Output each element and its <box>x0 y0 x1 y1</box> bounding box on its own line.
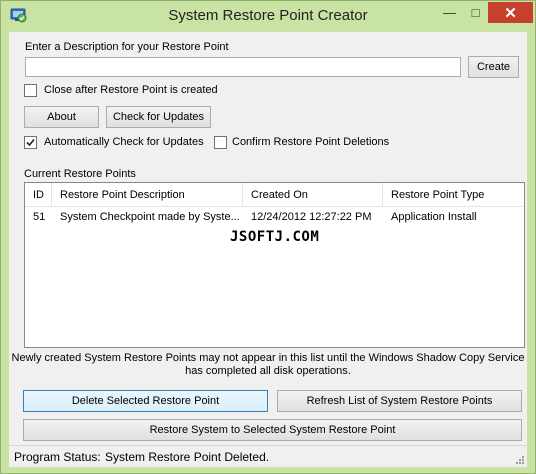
client-area: Enter a Description for your Restore Poi… <box>9 32 527 467</box>
list-header: ID Restore Point Description Created On … <box>25 183 524 207</box>
status-bar: Program Status: System Restore Point Del… <box>9 445 527 467</box>
minimize-button[interactable]: — <box>436 2 463 23</box>
resize-grip-icon[interactable] <box>515 455 525 465</box>
app-window: System Restore Point Creator — □ ✕ Enter… <box>0 0 536 474</box>
column-header-id[interactable]: ID <box>25 183 52 207</box>
cell-created-on: 12/24/2012 12:27:22 PM <box>251 211 372 223</box>
column-header-created-on[interactable]: Created On <box>243 183 383 207</box>
close-after-label: Close after Restore Point is created <box>44 84 218 96</box>
create-button[interactable]: Create <box>468 56 519 78</box>
description-label: Enter a Description for your Restore Poi… <box>25 41 229 53</box>
column-header-description[interactable]: Restore Point Description <box>52 183 243 207</box>
list-item[interactable]: 51 System Checkpoint made by Syste... 12… <box>25 207 524 228</box>
status-value: System Restore Point Deleted. <box>105 450 270 464</box>
confirm-delete-checkbox[interactable] <box>214 136 227 149</box>
close-after-checkbox[interactable] <box>24 84 37 97</box>
restore-points-label: Current Restore Points <box>24 168 136 180</box>
notice-line-1: Newly created System Restore Points may … <box>11 352 525 364</box>
description-input[interactable] <box>25 57 461 77</box>
checkmark-icon <box>26 138 35 147</box>
refresh-list-button[interactable]: Refresh List of System Restore Points <box>277 390 522 412</box>
watermark: JSOFTJ.COM <box>230 229 320 245</box>
title-bar[interactable]: System Restore Point Creator — □ ✕ <box>1 1 535 32</box>
delete-selected-button[interactable]: Delete Selected Restore Point <box>23 390 268 412</box>
maximize-button[interactable]: □ <box>463 2 488 23</box>
restore-points-list[interactable]: ID Restore Point Description Created On … <box>24 182 525 348</box>
auto-check-checkbox[interactable] <box>24 136 37 149</box>
check-updates-button[interactable]: Check for Updates <box>106 106 211 128</box>
cell-description: System Checkpoint made by Syste... <box>60 211 240 223</box>
close-button[interactable]: ✕ <box>488 2 533 23</box>
column-header-type[interactable]: Restore Point Type <box>383 183 524 207</box>
confirm-delete-label: Confirm Restore Point Deletions <box>232 136 390 148</box>
notice-line-2: has completed all disk operations. <box>185 365 351 377</box>
restore-system-button[interactable]: Restore System to Selected System Restor… <box>23 419 522 441</box>
status-label: Program Status: <box>14 450 101 464</box>
cell-id: 51 <box>33 211 46 223</box>
cell-type: Application Install <box>391 211 477 223</box>
about-button[interactable]: About <box>24 106 99 128</box>
auto-check-label: Automatically Check for Updates <box>44 136 204 148</box>
